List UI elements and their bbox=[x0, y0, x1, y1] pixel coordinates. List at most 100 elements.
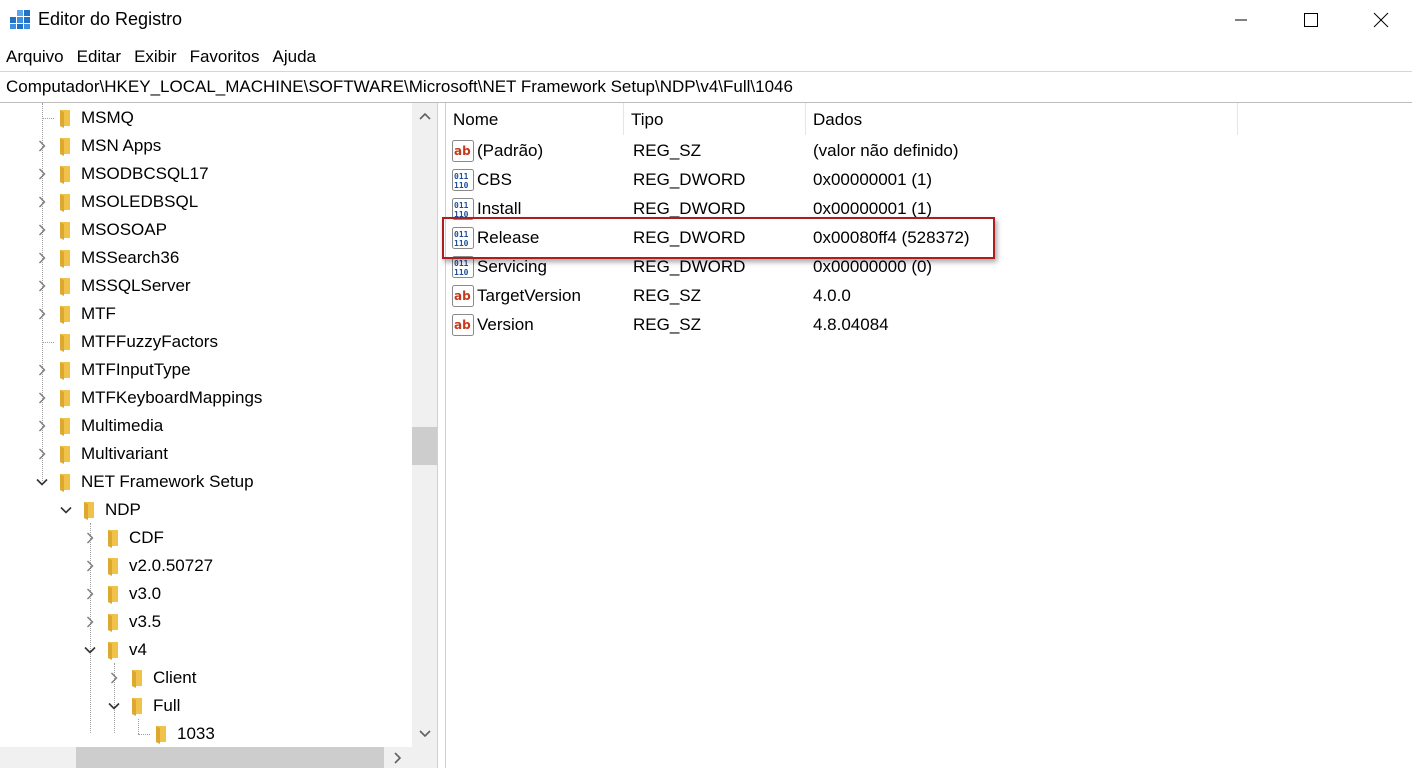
expand-chevron-icon[interactable] bbox=[106, 664, 122, 692]
value-data: 4.0.0 bbox=[813, 286, 851, 305]
folder-icon bbox=[56, 164, 74, 184]
expand-chevron-icon[interactable] bbox=[82, 552, 98, 580]
expand-chevron-icon[interactable] bbox=[82, 580, 98, 608]
value-name: Version bbox=[477, 315, 534, 334]
tree-item[interactable]: Multivariant bbox=[34, 440, 168, 468]
tree-item[interactable]: NET Framework Setup bbox=[34, 468, 254, 496]
tree-item-label: MSN Apps bbox=[81, 136, 162, 155]
value-row[interactable]: 011 110 CBS REG_DWORD 0x00000001 (1) bbox=[446, 165, 1412, 194]
tree-item[interactable]: v3.0 bbox=[82, 580, 161, 608]
tree-item-label: MTFInputType bbox=[81, 360, 191, 379]
scroll-right-button[interactable] bbox=[388, 747, 408, 768]
tree-item-label: MTFKeyboardMappings bbox=[81, 388, 263, 407]
scroll-down-button[interactable] bbox=[412, 723, 437, 745]
menu-favoritos[interactable]: Favoritos bbox=[184, 44, 267, 70]
tree-item[interactable]: MSOSOAP bbox=[34, 216, 167, 244]
tree-item[interactable]: 1033 bbox=[130, 720, 215, 748]
expand-chevron-icon[interactable] bbox=[34, 384, 50, 412]
collapse-chevron-icon[interactable] bbox=[106, 692, 122, 720]
expand-chevron-icon[interactable] bbox=[34, 244, 50, 272]
column-header-name[interactable]: Nome bbox=[446, 103, 624, 135]
expand-chevron-icon[interactable] bbox=[82, 524, 98, 552]
value-name: (Padrão) bbox=[477, 141, 544, 160]
folder-icon bbox=[104, 640, 122, 660]
value-row[interactable]: ab Version REG_SZ 4.8.04084 bbox=[446, 310, 1412, 339]
minimize-icon bbox=[1235, 19, 1247, 21]
folder-icon bbox=[104, 556, 122, 576]
expand-chevron-icon[interactable] bbox=[34, 356, 50, 384]
expand-chevron-icon[interactable] bbox=[34, 188, 50, 216]
scroll-thumb[interactable] bbox=[412, 427, 437, 465]
value-name: TargetVersion bbox=[477, 286, 581, 305]
value-type: REG_SZ bbox=[633, 141, 702, 160]
expand-chevron-icon[interactable] bbox=[34, 300, 50, 328]
binary-value-icon: 011 110 bbox=[452, 169, 474, 191]
scroll-thumb[interactable] bbox=[76, 747, 384, 768]
folder-icon bbox=[56, 192, 74, 212]
scroll-up-button[interactable] bbox=[412, 105, 437, 127]
folder-icon bbox=[56, 360, 74, 380]
menu-editar[interactable]: Editar bbox=[71, 44, 128, 70]
menu-arquivo[interactable]: Arquivo bbox=[0, 44, 71, 70]
close-button[interactable] bbox=[1346, 0, 1412, 40]
chevron-up-icon bbox=[418, 112, 431, 120]
tree-item[interactable]: MSSearch36 bbox=[34, 244, 179, 272]
value-type: REG_SZ bbox=[633, 315, 702, 334]
minimize-button[interactable] bbox=[1206, 0, 1276, 40]
expand-chevron-icon[interactable] bbox=[34, 160, 50, 188]
menu-ajuda[interactable]: Ajuda bbox=[267, 44, 323, 70]
value-row[interactable]: ab (Padrão) REG_SZ (valor não definido) bbox=[446, 136, 1412, 165]
svg-text:110: 110 bbox=[454, 268, 469, 277]
tree-horizontal-scrollbar[interactable] bbox=[0, 747, 412, 768]
expand-chevron-icon[interactable] bbox=[82, 608, 98, 636]
tree-item-label: NDP bbox=[105, 500, 141, 519]
tree-item[interactable]: Multimedia bbox=[34, 412, 163, 440]
menu-exibir[interactable]: Exibir bbox=[128, 44, 184, 70]
tree-item[interactable]: Full bbox=[106, 692, 180, 720]
tree-item[interactable]: Client bbox=[106, 664, 196, 692]
tree-item-label: v4 bbox=[129, 640, 147, 659]
expand-chevron-icon[interactable] bbox=[34, 132, 50, 160]
collapse-chevron-icon[interactable] bbox=[82, 636, 98, 664]
tree-item[interactable]: NDP bbox=[58, 496, 141, 524]
tree-item[interactable]: MSOLEDBSQL bbox=[34, 188, 198, 216]
address-bar[interactable]: Computador\HKEY_LOCAL_MACHINE\SOFTWARE\M… bbox=[0, 71, 1412, 103]
tree-item-label: MSMQ bbox=[81, 108, 134, 127]
tree-item[interactable]: v3.5 bbox=[82, 608, 161, 636]
expand-chevron-icon[interactable] bbox=[34, 272, 50, 300]
maximize-button[interactable] bbox=[1276, 0, 1346, 40]
value-row[interactable]: ab TargetVersion REG_SZ 4.0.0 bbox=[446, 281, 1412, 310]
expand-chevron-icon[interactable] bbox=[34, 440, 50, 468]
column-header-type[interactable]: Tipo bbox=[624, 103, 806, 135]
folder-icon bbox=[56, 472, 74, 492]
tree-item-label: v3.0 bbox=[129, 584, 162, 603]
folder-icon bbox=[56, 276, 74, 296]
value-data: (valor não definido) bbox=[813, 141, 959, 160]
expand-chevron-icon[interactable] bbox=[34, 216, 50, 244]
collapse-chevron-icon[interactable] bbox=[34, 468, 50, 496]
folder-icon bbox=[128, 696, 146, 716]
column-header-data[interactable]: Dados bbox=[806, 103, 1238, 135]
tree-item[interactable]: MTF bbox=[34, 300, 116, 328]
tree-item[interactable]: MSODBCSQL17 bbox=[34, 160, 209, 188]
address-path[interactable]: Computador\HKEY_LOCAL_MACHINE\SOFTWARE\M… bbox=[6, 77, 793, 97]
string-value-icon: ab bbox=[452, 140, 474, 162]
tree-vertical-scrollbar[interactable] bbox=[412, 103, 437, 747]
tree-item[interactable]: MSSQLServer bbox=[34, 272, 191, 300]
tree-item[interactable]: MSN Apps bbox=[34, 132, 161, 160]
tree-item[interactable]: MTFKeyboardMappings bbox=[34, 384, 262, 412]
tree-item[interactable]: MTFInputType bbox=[34, 356, 191, 384]
tree-item[interactable]: v4 bbox=[82, 636, 147, 664]
release-highlight-annotation bbox=[442, 217, 995, 259]
collapse-chevron-icon[interactable] bbox=[58, 496, 74, 524]
close-icon bbox=[1373, 12, 1389, 28]
menu-bar: Arquivo Editar Exibir Favoritos Ajuda bbox=[0, 44, 323, 70]
tree-item-label: MTF bbox=[81, 304, 116, 323]
tree-item[interactable]: CDF bbox=[82, 524, 164, 552]
expand-chevron-icon[interactable] bbox=[34, 412, 50, 440]
tree-item[interactable]: MTFFuzzyFactors bbox=[34, 328, 218, 356]
pane-splitter[interactable] bbox=[437, 103, 446, 768]
svg-text:011: 011 bbox=[454, 201, 469, 210]
tree-item[interactable]: MSMQ bbox=[34, 104, 134, 132]
tree-item[interactable]: v2.0.50727 bbox=[82, 552, 213, 580]
